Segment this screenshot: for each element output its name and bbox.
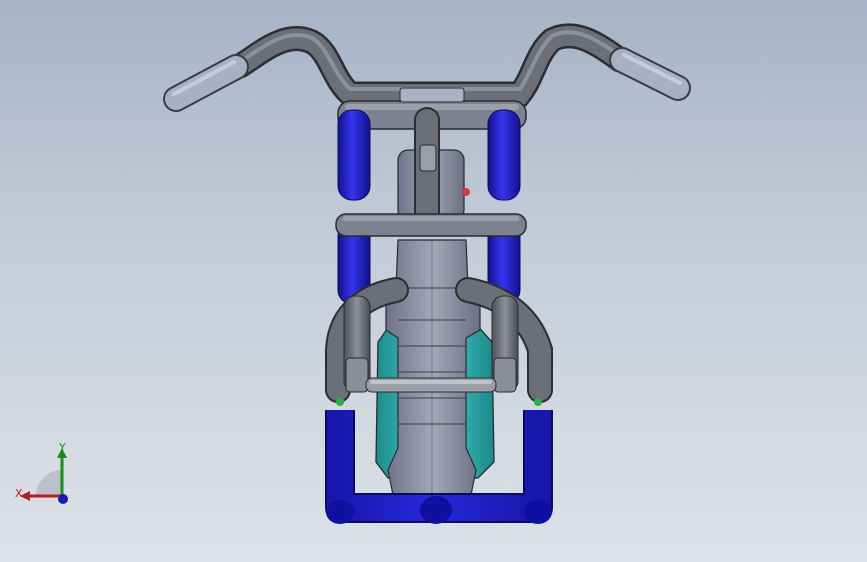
axis-y-label: Y xyxy=(59,441,66,454)
axis-triad: Y X xyxy=(12,440,74,510)
axis-x-label: X xyxy=(15,487,23,500)
handlebar[interactable] xyxy=(227,23,633,107)
right-grip[interactable] xyxy=(609,47,691,101)
lower-triple-clamp[interactable] xyxy=(335,213,527,237)
front-axle[interactable] xyxy=(365,377,497,393)
cad-viewport[interactable]: Y X xyxy=(0,0,867,562)
left-grip[interactable] xyxy=(163,54,249,112)
right-fork-tube[interactable] xyxy=(487,109,521,305)
motorcycle-model-view[interactable] xyxy=(0,0,867,562)
left-fork-tube[interactable] xyxy=(337,109,371,305)
headlight-housing[interactable] xyxy=(397,107,470,231)
left-fork-leg[interactable] xyxy=(343,295,371,393)
right-fork-leg[interactable] xyxy=(491,295,519,393)
